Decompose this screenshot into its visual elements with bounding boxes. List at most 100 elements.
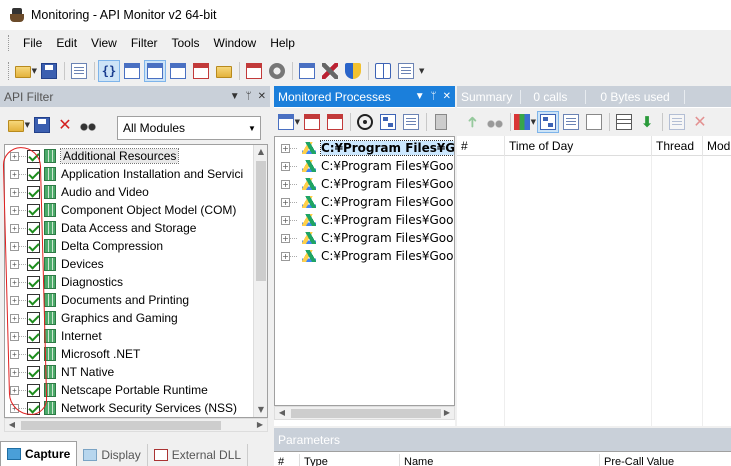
hex-button[interactable] <box>583 111 605 133</box>
dock-panel-button[interactable] <box>144 60 166 82</box>
tree-item[interactable]: + Additional Resources <box>5 147 255 165</box>
menu-window[interactable]: Window <box>207 33 264 53</box>
tree-item[interactable]: + Microsoft .NET <box>5 345 255 363</box>
stop-monitor-button[interactable] <box>324 111 346 133</box>
expand-icon[interactable]: + <box>10 403 19 413</box>
filter-checkbox[interactable] <box>27 149 40 163</box>
scroll-thumb[interactable] <box>291 409 441 418</box>
expand-icon[interactable]: + <box>10 385 19 395</box>
filter-find-button[interactable] <box>77 114 99 136</box>
expand-icon[interactable]: + <box>10 205 19 215</box>
filter-save-button[interactable] <box>31 114 53 136</box>
tree-item[interactable]: + Netscape Portable Runtime <box>5 381 255 399</box>
filter-checkbox[interactable] <box>27 167 40 181</box>
clear-button[interactable]: ✕ <box>689 111 711 133</box>
tree-item[interactable]: + Component Object Model (COM) <box>5 201 255 219</box>
column-module[interactable]: Modu <box>703 136 731 156</box>
tree-item[interactable]: + NT Native <box>5 363 255 381</box>
save-button[interactable] <box>38 60 60 82</box>
scroll-up-icon[interactable]: ▲ <box>254 145 267 159</box>
tab-capture[interactable]: Capture <box>0 441 78 466</box>
scroll-left-icon[interactable]: ◀ <box>275 407 289 419</box>
expand-icon[interactable]: + <box>10 349 19 359</box>
service-button[interactable] <box>266 60 288 82</box>
filter-checkbox[interactable] <box>27 329 40 343</box>
expand-icon[interactable]: + <box>281 143 290 153</box>
expand-icon[interactable]: + <box>281 197 290 207</box>
menu-view[interactable]: View <box>84 33 124 53</box>
api-button[interactable] <box>666 111 688 133</box>
filter-checkbox[interactable] <box>27 383 40 397</box>
tree-item[interactable]: + Audio and Video <box>5 183 255 201</box>
process-item[interactable]: + C:¥Program Files¥Googl <box>275 247 454 265</box>
param-column-name[interactable]: Name <box>400 454 600 466</box>
toolbar-grip[interactable] <box>8 62 12 80</box>
properties-button[interactable] <box>400 111 422 133</box>
tree-item[interactable]: + Devices <box>5 255 255 273</box>
pin-icon[interactable]: ᛘ <box>246 91 252 102</box>
expand-icon[interactable]: + <box>10 259 19 269</box>
menu-filter[interactable]: Filter <box>124 33 165 53</box>
tree-item[interactable]: + Application Installation and Servici <box>5 165 255 183</box>
expand-icon[interactable]: + <box>10 169 19 179</box>
open-button[interactable]: ▼ <box>15 60 37 82</box>
menubar-grip[interactable] <box>8 35 12 51</box>
tree-item[interactable]: + Delta Compression <box>5 237 255 255</box>
tab-display[interactable]: Display <box>77 444 148 466</box>
delete-process-button[interactable] <box>430 111 452 133</box>
expand-icon[interactable]: + <box>10 223 19 233</box>
tree-vertical-scrollbar[interactable]: ▲ ▼ <box>253 145 267 417</box>
scroll-left-icon[interactable]: ◀ <box>5 419 19 431</box>
window-button[interactable] <box>167 60 189 82</box>
menu-file[interactable]: File <box>16 33 49 53</box>
filter-checkbox[interactable] <box>27 311 40 325</box>
param-column-number[interactable]: # <box>274 454 300 466</box>
tree-item[interactable]: + Data Access and Storage <box>5 219 255 237</box>
tree-item[interactable]: + Documents and Printing <box>5 291 255 309</box>
filter-checkbox[interactable] <box>27 257 40 271</box>
expand-icon[interactable]: + <box>281 161 290 171</box>
process-item[interactable]: + C:¥Program Files¥Googl <box>275 193 454 211</box>
panel-dropdown-icon[interactable]: ▼ <box>230 91 240 102</box>
menu-edit[interactable]: Edit <box>49 33 84 53</box>
tree-horizontal-scrollbar[interactable]: ◀ ▶ <box>4 418 268 432</box>
monitor-process-button[interactable] <box>243 60 265 82</box>
expand-icon[interactable]: + <box>10 367 19 377</box>
options-button[interactable] <box>296 60 318 82</box>
columns-button[interactable] <box>613 111 635 133</box>
tree-view-button[interactable] <box>537 111 559 133</box>
expand-icon[interactable]: + <box>10 313 19 323</box>
monitor-new-button[interactable] <box>301 111 323 133</box>
tree-item[interactable]: + Network Security Services (NSS) <box>5 399 255 417</box>
close-icon[interactable]: ✕ <box>443 91 451 102</box>
scroll-thumb[interactable] <box>256 161 266 281</box>
process-item[interactable]: + C:¥Program Files¥Goog <box>275 139 454 157</box>
red-window-button[interactable] <box>190 60 212 82</box>
copy-button[interactable] <box>68 60 90 82</box>
expand-icon[interactable]: + <box>10 277 19 287</box>
folder-stack-button[interactable] <box>213 60 235 82</box>
process-item[interactable]: + C:¥Program Files¥Googl <box>275 157 454 175</box>
expand-icon[interactable]: + <box>281 233 290 243</box>
expand-icon[interactable]: + <box>281 179 290 189</box>
panel-dropdown-icon[interactable]: ▼ <box>415 91 425 102</box>
expand-icon[interactable]: + <box>281 215 290 225</box>
go-button[interactable]: ➜ <box>461 111 483 133</box>
help-search-button[interactable] <box>395 60 417 82</box>
filter-checkbox[interactable] <box>27 347 40 361</box>
attach-button[interactable]: ▼ <box>278 111 300 133</box>
filter-checkbox[interactable] <box>27 203 40 217</box>
tab-external-dll[interactable]: External DLL <box>148 444 249 466</box>
expand-icon[interactable]: + <box>281 251 290 261</box>
expand-icon[interactable]: + <box>10 241 19 251</box>
module-select[interactable]: All Modules ▼ <box>117 116 261 140</box>
column-thread[interactable]: Thread <box>652 135 703 156</box>
expand-icon[interactable]: + <box>10 151 19 161</box>
scroll-right-icon[interactable]: ▶ <box>253 419 267 431</box>
tools-button[interactable] <box>319 60 341 82</box>
tree-item[interactable]: + Diagnostics <box>5 273 255 291</box>
menu-help[interactable]: Help <box>263 33 302 53</box>
close-icon[interactable]: ✕ <box>258 91 266 102</box>
help-book-button[interactable] <box>372 60 394 82</box>
filter-checkbox[interactable] <box>27 401 40 415</box>
